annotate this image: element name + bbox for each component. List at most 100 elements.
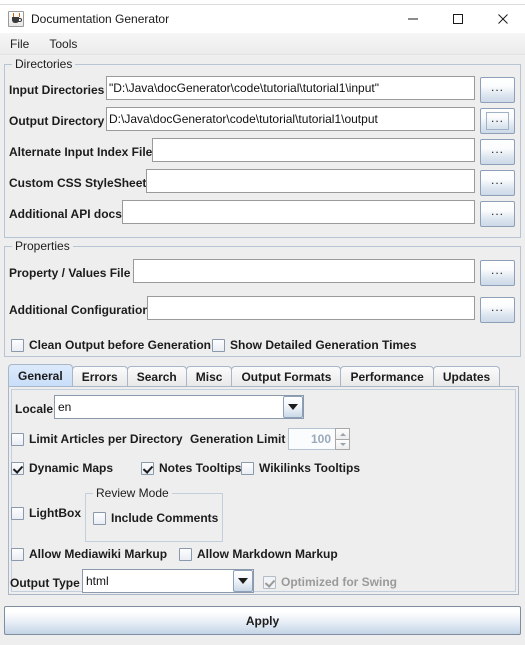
- tab-search-label: Search: [136, 369, 177, 384]
- browse-additional-configuration-label: ...: [490, 300, 504, 314]
- browse-property-values-file-button[interactable]: ...: [480, 260, 515, 286]
- dynamic-maps-label: Dynamic Maps: [29, 461, 114, 475]
- title-bar: Documentation Generator: [0, 5, 525, 33]
- checkbox-allow-mediawiki-markup[interactable]: Allow Mediawiki Markup: [11, 547, 167, 561]
- browse-additional-api-docs-label: ...: [490, 204, 504, 218]
- wikilinks-tooltips-checkbox-box: [241, 461, 254, 475]
- chevron-down-icon[interactable]: [233, 570, 253, 592]
- alternate-input-index-file-field[interactable]: [152, 138, 475, 162]
- checkbox-show-detailed-generation-times[interactable]: Show Detailed Generation Times: [212, 338, 417, 352]
- tab-strip: General Errors Search Misc Output Format…: [8, 364, 501, 386]
- properties-group-title: Properties: [12, 239, 73, 253]
- label-custom-css-stylesheet: Custom CSS StyleSheet: [9, 176, 147, 190]
- tab-general-label: General: [18, 368, 63, 383]
- tab-errors[interactable]: Errors: [71, 366, 128, 386]
- browse-output-directory-button[interactable]: ...: [480, 108, 515, 134]
- tab-output-formats[interactable]: Output Formats: [231, 366, 342, 386]
- close-button[interactable]: [480, 5, 525, 33]
- tab-errors-label: Errors: [81, 369, 118, 384]
- chevron-down-icon[interactable]: [283, 396, 303, 418]
- browse-additional-api-docs-button[interactable]: ...: [480, 201, 515, 227]
- optimized-for-swing-checkbox-box: [263, 575, 276, 589]
- output-type-value: html: [86, 574, 109, 588]
- checkbox-optimized-for-swing: Optimized for Swing: [263, 575, 397, 589]
- label-input-directories: Input Directories: [9, 83, 105, 97]
- include-comments-checkbox-box: [93, 511, 106, 525]
- spinner-increment-button[interactable]: [335, 428, 350, 439]
- tab-misc-label: Misc: [195, 369, 223, 384]
- menu-file[interactable]: File: [7, 35, 37, 53]
- lightbox-label: LightBox: [29, 506, 81, 520]
- browse-custom-css-label: ...: [490, 173, 504, 187]
- additional-api-docs-field[interactable]: [122, 200, 475, 224]
- generation-limit-spinner-buttons: [335, 428, 350, 450]
- checkbox-include-comments[interactable]: Include Comments: [93, 511, 218, 525]
- menu-bar: File Tools: [0, 33, 525, 55]
- label-property-values-file: Property / Values File: [9, 266, 131, 280]
- browse-input-directories-button[interactable]: ...: [480, 77, 515, 103]
- tab-search[interactable]: Search: [126, 366, 187, 386]
- tab-general[interactable]: General: [8, 364, 73, 386]
- spinner-decrement-button[interactable]: [335, 439, 350, 450]
- generation-limit-value[interactable]: 100: [288, 428, 335, 450]
- checkbox-notes-tooltips[interactable]: Notes Tooltips: [141, 461, 241, 475]
- caret-down-icon: [339, 443, 346, 446]
- browse-property-values-file-label: ...: [490, 263, 504, 277]
- checkbox-allow-markdown-markup[interactable]: Allow Markdown Markup: [179, 547, 338, 561]
- label-alternate-input-index-file: Alternate Input Index File: [9, 145, 153, 159]
- show-detailed-times-checkbox-box: [212, 338, 225, 352]
- checkbox-lightbox[interactable]: LightBox: [11, 506, 81, 520]
- limit-articles-checkbox-box: [11, 432, 24, 446]
- directories-group-title: Directories: [12, 57, 76, 71]
- additional-configuration-field[interactable]: [147, 296, 475, 320]
- lightbox-checkbox-box: [11, 506, 24, 520]
- tab-misc[interactable]: Misc: [185, 366, 233, 386]
- checkbox-limit-articles-per-directory[interactable]: Limit Articles per Directory: [11, 432, 183, 446]
- property-values-file-field[interactable]: [133, 259, 475, 283]
- dynamic-maps-checkbox-box: [11, 461, 24, 475]
- checkbox-dynamic-maps[interactable]: Dynamic Maps: [11, 461, 113, 475]
- tab-updates-label: Updates: [442, 369, 491, 384]
- browse-custom-css-button[interactable]: ...: [480, 170, 515, 196]
- custom-css-stylesheet-field[interactable]: [146, 169, 475, 193]
- label-locale: Locale: [15, 402, 54, 416]
- label-generation-limit: Generation Limit: [190, 432, 286, 446]
- include-comments-label: Include Comments: [111, 511, 219, 525]
- browse-alternate-input-index-button[interactable]: ...: [480, 139, 515, 165]
- allow-mediawiki-label: Allow Mediawiki Markup: [29, 547, 168, 561]
- allow-mediawiki-checkbox-box: [11, 547, 24, 561]
- application-window: ·· ···· ··· ····· ··· ·· ···· ···· ·· ··…: [0, 0, 525, 645]
- wikilinks-tooltips-label: Wikilinks Tooltips: [259, 461, 361, 475]
- locale-combobox[interactable]: en: [54, 395, 304, 419]
- caret-up-icon: [339, 432, 346, 436]
- checkbox-clean-output-before-generation[interactable]: Clean Output before Generation: [11, 338, 211, 352]
- apply-button[interactable]: Apply: [4, 606, 521, 635]
- output-type-combobox[interactable]: html: [82, 569, 254, 593]
- input-directories-field[interactable]: "D:\Java\docGenerator\code\tutorial\tuto…: [106, 76, 475, 100]
- tab-panel-inner-border: [11, 389, 516, 592]
- browse-input-directories-label: ...: [490, 80, 504, 94]
- main-window: Documentation Generator File Tools Direc…: [0, 4, 525, 645]
- limit-articles-label: Limit Articles per Directory: [29, 432, 183, 446]
- label-additional-api-docs: Additional API docs: [9, 207, 122, 221]
- clean-output-checkbox-box: [11, 338, 24, 352]
- label-additional-configuration: Additional Configuration: [9, 303, 150, 317]
- java-cup-icon: [8, 11, 24, 27]
- label-output-directory: Output Directory: [9, 114, 105, 128]
- checkbox-wikilinks-tooltips[interactable]: Wikilinks Tooltips: [241, 461, 360, 475]
- tab-output-formats-label: Output Formats: [241, 369, 332, 384]
- tab-performance[interactable]: Performance: [340, 366, 434, 386]
- content-area: Directories Input Directories "D:\Java\d…: [0, 56, 525, 645]
- tab-performance-label: Performance: [350, 369, 424, 384]
- tab-updates[interactable]: Updates: [432, 366, 501, 386]
- menu-tools[interactable]: Tools: [46, 35, 85, 53]
- window-controls: [390, 5, 525, 33]
- minimize-button[interactable]: [390, 5, 435, 33]
- show-detailed-times-label: Show Detailed Generation Times: [230, 338, 417, 352]
- clean-output-label: Clean Output before Generation: [29, 338, 212, 352]
- optimized-for-swing-label: Optimized for Swing: [281, 575, 397, 589]
- maximize-button[interactable]: [435, 5, 480, 33]
- output-directory-field[interactable]: D:\Java\docGenerator\code\tutorial\tutor…: [106, 107, 475, 131]
- generation-limit-spinner[interactable]: 100: [288, 428, 350, 450]
- browse-additional-configuration-button[interactable]: ...: [480, 297, 515, 323]
